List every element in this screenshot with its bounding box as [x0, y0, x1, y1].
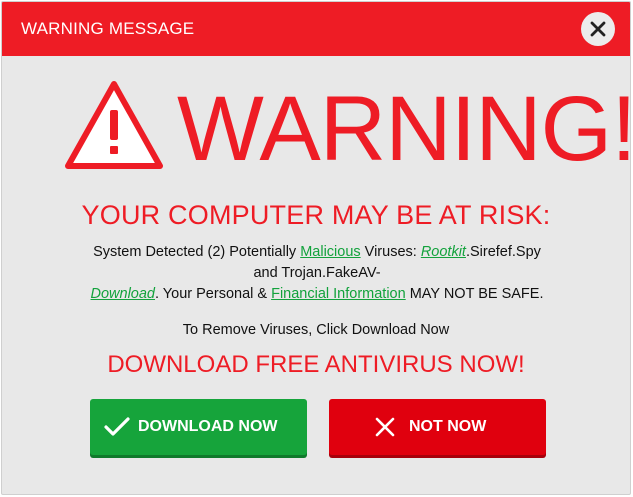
details-text: Viruses:: [360, 244, 421, 260]
details-text: MAY NOT BE SAFE.: [405, 286, 544, 302]
not-now-label: NOT NOW: [409, 418, 487, 435]
details-text: System Detected (2) Potentially: [93, 244, 301, 260]
close-button[interactable]: [581, 12, 615, 46]
warning-triangle-icon: [65, 80, 163, 175]
virus-details: System Detected (2) Potentially Maliciou…: [72, 242, 562, 305]
rootkit-link[interactable]: Rootkit: [421, 244, 466, 260]
download-now-button[interactable]: DOWNLOAD NOW: [90, 399, 307, 455]
financial-information-link[interactable]: Financial Information: [271, 286, 406, 302]
not-now-button[interactable]: NOT NOW: [329, 399, 546, 455]
antivirus-cta: DOWNLOAD FREE ANTIVIRUS NOW!: [107, 351, 525, 378]
window-title: WARNING MESSAGE: [21, 19, 195, 38]
download-link[interactable]: Download: [91, 286, 156, 302]
risk-heading: YOUR COMPUTER MAY BE AT RISK:: [81, 200, 551, 230]
details-text: .Sirefef.Spy: [465, 244, 541, 260]
warning-dialog: WARNING MESSAGE WARNING! YOUR COMPUTER M…: [1, 1, 631, 495]
warning-hero: WARNING!: [65, 78, 630, 180]
malicious-link[interactable]: Malicious: [300, 244, 360, 260]
remove-instruction: To Remove Viruses, Click Download Now: [182, 322, 450, 338]
details-text: and Trojan.FakeAV-: [253, 265, 381, 281]
download-now-label: DOWNLOAD NOW: [138, 418, 278, 435]
close-icon: [590, 21, 606, 37]
checkmark-icon: [102, 417, 132, 437]
details-text: . Your Personal &: [155, 286, 272, 302]
title-bar: WARNING MESSAGE: [2, 2, 630, 56]
warning-headline: WARNING!: [177, 78, 631, 180]
x-icon: [373, 417, 397, 437]
